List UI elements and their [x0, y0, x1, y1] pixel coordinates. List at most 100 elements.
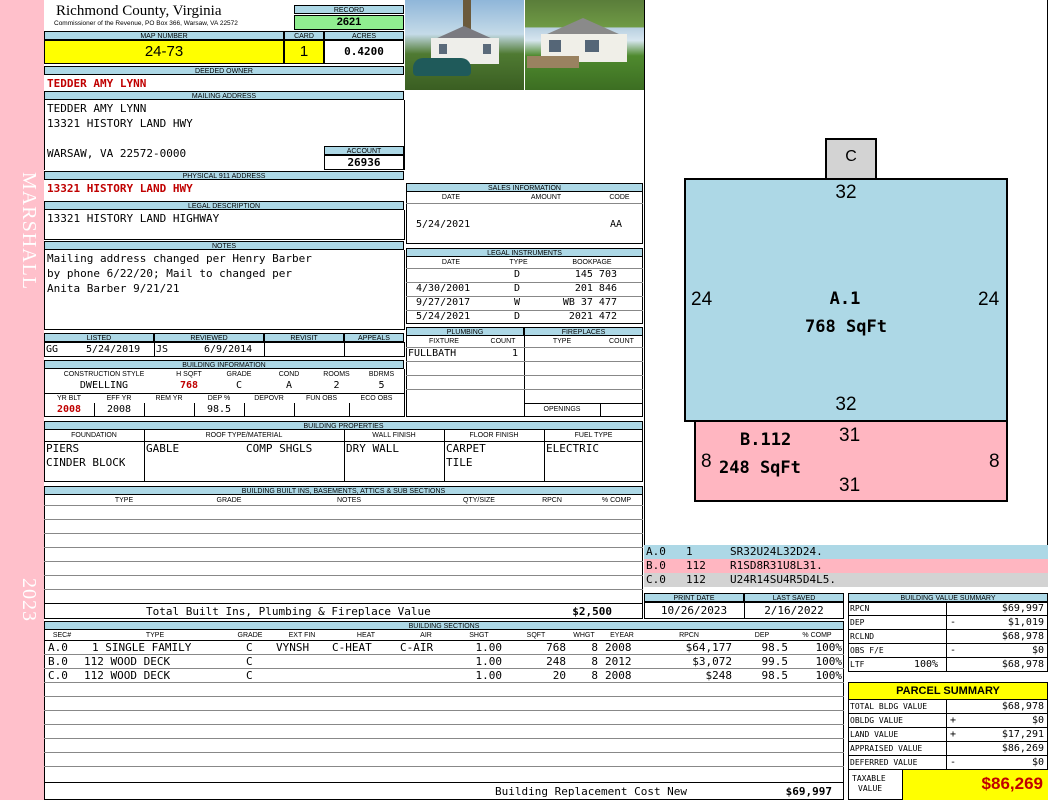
sidebar: MARSHALL 2023 — [0, 0, 44, 800]
instr-row-1-book: 145 703 — [574, 269, 617, 280]
instr-row-1-type: D — [514, 269, 521, 280]
parcel-summary-row: TOTAL BLDG VALUE $68,978 — [848, 700, 1048, 714]
section-extfin: VYNSH — [276, 641, 310, 654]
section-b-top-dim: 31 — [839, 425, 861, 446]
parcel-summary-row: LAND VALUE + $17,291 — [848, 728, 1048, 742]
sec-col-header: SEC# — [52, 632, 72, 639]
map-number-header: MAP NUMBER — [44, 31, 284, 40]
section-shgt: 1.00 — [475, 669, 503, 682]
summary-row-value: $1,019 — [1007, 617, 1044, 628]
section-a-area: 768 SqFt — [805, 317, 887, 337]
plumbing-count-col-header: COUNT — [490, 338, 516, 345]
legal-description-value: 13321 HISTORY LAND HIGHWAY — [47, 212, 220, 225]
property-photo-front — [405, 0, 524, 90]
ltf-percent: 100% — [914, 659, 939, 670]
builtin-comp-col-header: % COMP — [601, 497, 632, 504]
section-sec: A.0 — [48, 641, 68, 654]
builtin-qty-col-header: QTY/SIZE — [463, 497, 495, 504]
county-title: Richmond County, Virginia — [56, 3, 222, 19]
parcel-summary-header: PARCEL SUMMARY — [848, 682, 1048, 700]
sketch-code-num: 112 — [686, 573, 706, 586]
parcel-row-sign: + — [950, 715, 957, 726]
parcel-summary-row: OBLDG VALUE + $0 — [848, 714, 1048, 728]
parcel-row-value: $0 — [1031, 757, 1044, 768]
instr-date-header: DATE — [441, 259, 461, 266]
comp-col-header: % COMP — [802, 632, 832, 639]
construction-style: DWELLING — [79, 380, 129, 391]
foundation-2: CINDER BLOCK — [46, 456, 126, 469]
section-rpcn: $3,072 — [692, 655, 732, 668]
section-grade: C — [246, 669, 253, 682]
section-a-left-dim: 24 — [691, 289, 713, 310]
map-number-value: 24-73 — [44, 40, 284, 64]
shgt-col-header: SHGT — [469, 632, 489, 639]
effyr-col-header: EFF YR — [106, 395, 132, 402]
sketch-panel: C 32 32 24 24 A.1 768 SqFt 31 31 8 8 B.1… — [644, 0, 1048, 545]
sales-code-header: CODE — [609, 194, 630, 201]
taxable-label-2: VALUE — [858, 784, 883, 793]
whgt-col-header: WHGT — [573, 632, 595, 639]
rpcn-col-header: RPCN — [679, 632, 699, 639]
sketch-code-row: A.0 1 SR32U24L32D24. — [644, 545, 1048, 559]
sketch-code-row: B.0 112 R1SD8R31U8L31. — [644, 559, 1048, 573]
instr-type-header: TYPE — [509, 259, 528, 266]
yrblt-col-header: YR BLT — [57, 395, 81, 402]
plumbing-header: PLUMBING — [406, 327, 524, 336]
parcel-row-label: LAND VALUE — [850, 730, 899, 739]
building-rooms: 2 — [333, 380, 340, 391]
extfin-col-header: EXT FIN — [288, 632, 316, 639]
plumbing-count: 1 — [512, 348, 519, 359]
section-type: 1 SINGLE FAMILY — [92, 641, 192, 654]
listed-date: 5/24/2019 — [86, 344, 141, 355]
dep-percent: 98.5 — [206, 404, 232, 415]
taxable-label-1: TAXABLE — [852, 774, 886, 783]
mailing-line-3: WARSAW, VA 22572-0000 — [47, 147, 187, 160]
sales-date: 5/24/2021 — [416, 219, 471, 230]
section-eyear: 2008 — [605, 641, 632, 654]
summary-row-value: $68,978 — [1001, 631, 1044, 642]
parcel-row-sign: - — [950, 757, 957, 768]
instr-row-2-book: 201 846 — [574, 283, 617, 294]
section-air: C-AIR — [400, 641, 434, 654]
replacement-cost-label: Building Replacement Cost New — [495, 785, 688, 798]
section-dep: 99.5 — [761, 655, 789, 668]
sketch-code-sec: A.0 — [646, 545, 666, 558]
card-value: 1 — [284, 40, 324, 64]
building-properties-header: BUILDING PROPERTIES — [44, 421, 643, 430]
bdrms-col-header: BDRMS — [368, 371, 395, 378]
record-header: RECORD — [294, 5, 404, 14]
reviewed-by: JS — [156, 344, 169, 355]
wall-finish: DRY WALL — [346, 442, 399, 455]
section-b-area: 248 SqFt — [719, 458, 801, 478]
instr-row-4-date: 5/24/2021 — [416, 311, 471, 322]
instr-row-3-book: WB 37 477 — [562, 297, 617, 308]
sketch-code-num: 112 — [686, 559, 706, 572]
building-cond: A — [285, 380, 293, 391]
section-a-right-dim: 24 — [978, 289, 1000, 310]
parcel-row-value: $86,269 — [1001, 743, 1044, 754]
listed-header: LISTED — [44, 333, 154, 342]
print-date-header: PRINT DATE — [644, 593, 744, 602]
district-label: MARSHALL — [18, 172, 40, 291]
instr-book-header: BOOKPAGE — [572, 259, 612, 266]
replacement-cost-value: $69,997 — [785, 785, 832, 798]
grade-col-header: GRADE — [226, 371, 252, 378]
property-photo-side — [525, 0, 644, 90]
rooms-col-header: ROOMS — [323, 371, 350, 378]
instr-row-3-type: W — [514, 297, 521, 308]
sqft-col-header: H SQFT — [176, 371, 202, 378]
floor-finish-1: CARPET — [446, 442, 486, 455]
instr-row-3-date: 9/27/2017 — [416, 297, 471, 308]
openings-label: OPENINGS — [543, 406, 581, 413]
funobs-col-header: FUN OBS — [305, 395, 338, 402]
section-rpcn: $248 — [705, 669, 733, 682]
dep-col-header: DEP — [754, 632, 770, 639]
remyr-col-header: REM YR — [155, 395, 183, 402]
fuel-col-header: FUEL TYPE — [574, 432, 613, 439]
mailing-address-header: MAILING ADDRESS — [44, 91, 404, 100]
parcel-row-sign: + — [950, 729, 957, 740]
sketch-code-string: R1SD8R31U8L31. — [730, 559, 823, 572]
section-sqft: 248 — [546, 655, 566, 668]
section-shgt: 1.00 — [475, 641, 503, 654]
summary-row-label: OBS F/E — [850, 646, 884, 655]
